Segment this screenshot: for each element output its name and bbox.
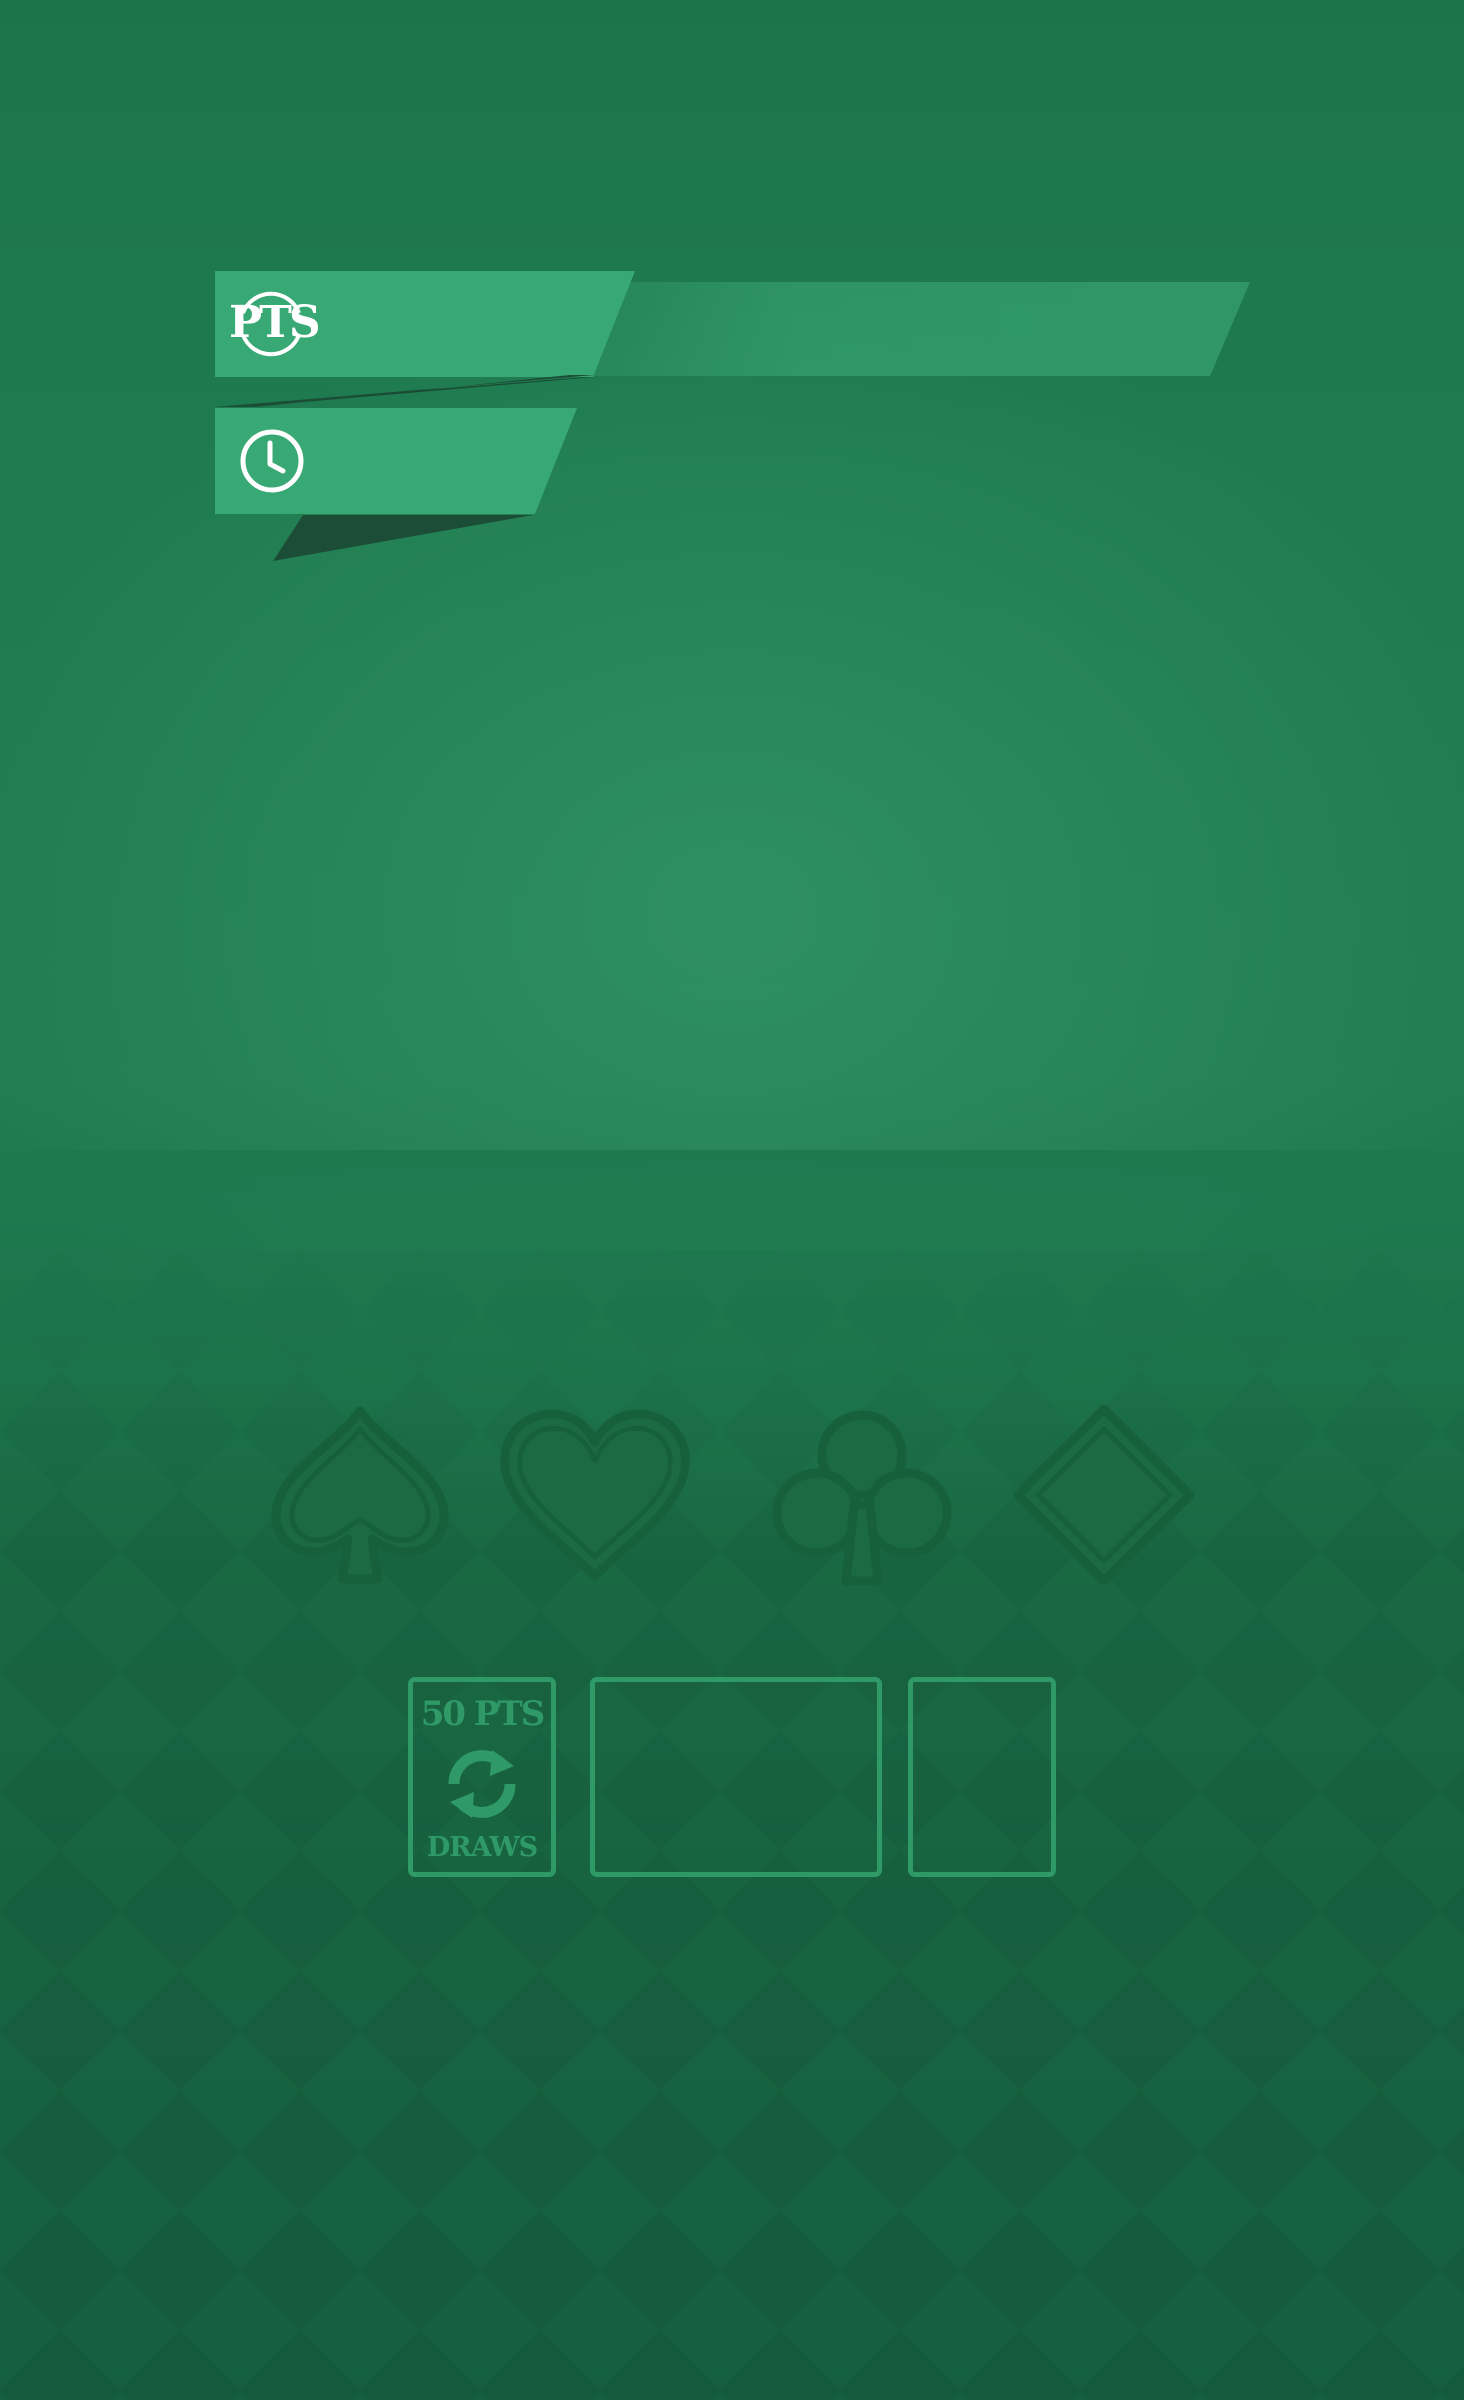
stock-pile-slot[interactable] (908, 1677, 1056, 1877)
foundation-spade[interactable] (260, 1395, 460, 1595)
spade-icon (271, 1406, 449, 1584)
clock-icon (240, 429, 304, 493)
foundation-heart[interactable] (495, 1395, 695, 1595)
heart-icon (500, 1409, 690, 1581)
draw-points-label: 50 PTS (420, 1694, 546, 1734)
draws-label: DRAWS (426, 1832, 538, 1863)
timer-ribbon-band (215, 408, 577, 514)
game-table: { "hud": { "score": { "icon": "pts-icon"… (0, 0, 1464, 2400)
pts-icon-label: PTS (229, 297, 321, 348)
recycle-icon (448, 1750, 516, 1818)
pattern-fade (0, 1150, 1464, 1550)
timer-ribbon-fold (273, 515, 533, 561)
foundation-diamond[interactable] (1004, 1395, 1204, 1595)
foundation-club[interactable] (762, 1395, 962, 1595)
score-ribbon-fold (215, 375, 595, 407)
score-ribbon-band: PTS (215, 271, 635, 377)
waste-pile-slot[interactable] (590, 1677, 882, 1877)
club-icon (772, 1410, 952, 1586)
pts-icon: PTS (229, 289, 321, 359)
draw-pile-slot[interactable]: 50 PTS DRAWS (408, 1677, 556, 1877)
diamond-icon (1013, 1404, 1195, 1586)
